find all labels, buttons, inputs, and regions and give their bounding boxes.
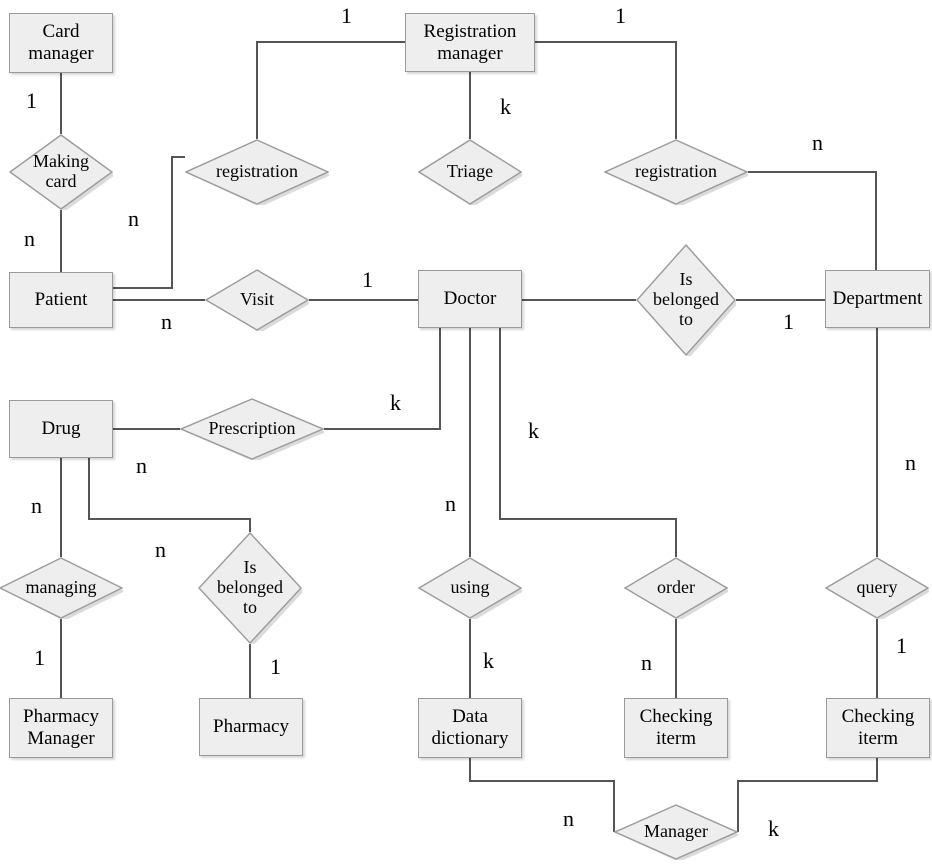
entity-checking_item_2[interactable]: Checking iterm: [826, 698, 930, 758]
diamond-outline: [615, 805, 737, 859]
cardinality-label: 1: [270, 654, 281, 679]
diamond-outline: [625, 558, 727, 618]
relationship-making_card[interactable]: Making card: [9, 134, 113, 210]
diamond-shape: [0, 557, 123, 619]
cardinality-label: k: [390, 390, 401, 415]
diamond-outline: [0, 558, 122, 618]
cardinality-label: 1: [26, 88, 37, 113]
relationship-order[interactable]: order: [624, 557, 728, 619]
diamond-outline: [826, 558, 928, 618]
entity-drug[interactable]: Drug: [9, 400, 113, 458]
entity-label: Department: [832, 288, 923, 310]
connector-drug-isbelonged-pharm: [88, 458, 251, 532]
relationship-is_belonged_to_dept[interactable]: Is belonged to: [636, 244, 736, 356]
diamond-shape: [9, 134, 113, 210]
relationship-registration_2[interactable]: registration: [604, 139, 748, 205]
cardinality-label: n: [128, 206, 139, 231]
diamond-outline: [186, 140, 328, 204]
entity-label: Patient: [34, 289, 88, 311]
cardinality-label: 1: [896, 633, 907, 658]
diamond-shape: [418, 139, 522, 205]
cardinality-label: 1: [341, 3, 352, 28]
entity-label: Checking iterm: [639, 706, 713, 749]
relationship-using[interactable]: using: [418, 557, 522, 619]
entity-doctor[interactable]: Doctor: [418, 270, 522, 328]
diamond-shape: [180, 398, 324, 460]
relationship-is_belonged_to_pharm[interactable]: Is belonged to: [198, 532, 302, 644]
diamond-shape: [418, 557, 522, 619]
entity-label: Pharmacy Manager: [23, 706, 99, 749]
entity-patient[interactable]: Patient: [9, 272, 113, 328]
diamond-shape: [604, 139, 748, 205]
cardinality-label: 1: [783, 309, 794, 334]
cardinality-label: k: [768, 816, 779, 841]
entity-label: Pharmacy: [213, 716, 289, 738]
cardinality-label: n: [161, 309, 172, 334]
relationship-managing[interactable]: managing: [0, 557, 123, 619]
diamond-outline: [10, 135, 112, 209]
diamond-shape: [185, 139, 329, 205]
cardinality-label: n: [24, 226, 35, 251]
relationship-manager[interactable]: Manager: [614, 804, 738, 860]
cardinality-label: n: [155, 537, 166, 562]
entity-pharmacy[interactable]: Pharmacy: [199, 698, 303, 756]
connector-datadictionary-manager: [469, 758, 615, 832]
connector-regmgr-registration2: [535, 41, 677, 139]
entity-checking_item_1[interactable]: Checking iterm: [624, 698, 728, 758]
relationship-visit[interactable]: Visit: [205, 269, 309, 331]
cardinality-label: n: [31, 493, 42, 518]
diamond-shape: [825, 557, 929, 619]
entity-data_dictionary[interactable]: Data dictionary: [418, 698, 522, 758]
diamond-shape: [614, 804, 738, 860]
entity-card_manager[interactable]: Card manager: [9, 13, 113, 73]
cardinality-label: k: [500, 94, 511, 119]
cardinality-label: 1: [362, 267, 373, 292]
diamond-outline: [419, 140, 521, 204]
entity-label: Card manager: [28, 21, 94, 64]
cardinality-label: n: [563, 806, 574, 831]
cardinality-label: 1: [615, 3, 626, 28]
cardinality-label: 1: [34, 645, 45, 670]
relationship-triage[interactable]: Triage: [418, 139, 522, 205]
connector-checkingitem2-manager: [737, 758, 878, 832]
relationship-prescription[interactable]: Prescription: [180, 398, 324, 460]
diamond-shape: [205, 269, 309, 331]
diamond-shape: [636, 244, 736, 356]
entity-registration_mgr[interactable]: Registration manager: [405, 13, 535, 72]
entity-label: Registration manager: [423, 20, 517, 64]
connector-patient-registration1: [113, 156, 185, 289]
entity-label: Doctor: [443, 288, 497, 310]
diamond-shape: [198, 532, 302, 644]
cardinality-label: n: [812, 130, 823, 155]
diamond-outline: [419, 558, 521, 618]
cardinality-label: n: [445, 491, 456, 516]
connector-registration2-department: [748, 171, 877, 270]
cardinality-label: k: [528, 418, 539, 443]
diamond-outline: [181, 399, 323, 459]
cardinality-label: n: [641, 650, 652, 675]
entity-department[interactable]: Department: [825, 270, 930, 328]
connector-prescription-doctor: [324, 328, 441, 430]
diamond-shape: [624, 557, 728, 619]
cardinality-label: n: [136, 453, 147, 478]
relationship-query[interactable]: query: [825, 557, 929, 619]
cardinality-label: n: [905, 450, 916, 475]
diamond-outline: [206, 270, 308, 330]
cardinality-label: k: [483, 648, 494, 673]
connector-doctor-order: [499, 328, 677, 557]
diamond-outline: [199, 533, 301, 643]
diamond-outline: [637, 245, 735, 355]
er-diagram-canvas: Card manager Registration manager Patient Doc…: [0, 0, 932, 864]
connector-regmgr-registration1: [256, 41, 405, 139]
entity-label: Drug: [41, 418, 81, 440]
entity-label: Checking iterm: [841, 706, 915, 749]
entity-label: Data dictionary: [431, 706, 509, 749]
entity-pharmacy_manager[interactable]: Pharmacy Manager: [9, 698, 113, 758]
relationship-registration_1[interactable]: registration: [185, 139, 329, 205]
diamond-outline: [605, 140, 747, 204]
